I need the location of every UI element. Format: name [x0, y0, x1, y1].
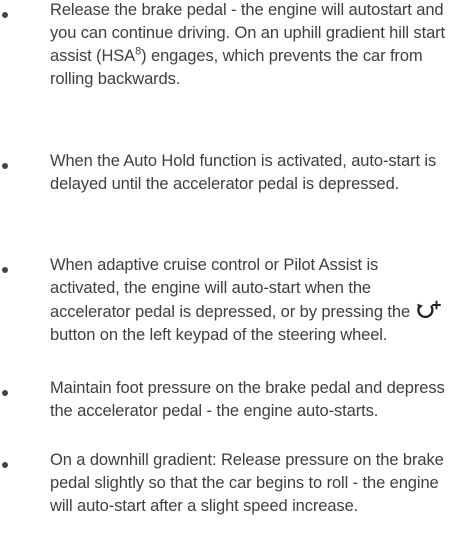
start-stop-plus-icon — [416, 300, 442, 320]
bullet-text: Maintain foot pressure on the brake peda… — [50, 379, 445, 420]
bullet-dot — [2, 12, 8, 18]
bullet-dot — [2, 267, 8, 273]
bullet-dot — [2, 390, 8, 396]
bullet-text: When the Auto Hold function is activated… — [50, 152, 437, 193]
bullet-text-tail: button on the left keypad of the steerin… — [50, 326, 388, 344]
bullet-text: When adaptive cruise control or Pilot As… — [50, 254, 450, 347]
bullet-text: On a downhill gradient: Release pressure… — [50, 451, 444, 515]
bullet-text: Release the brake pedal - the engine wil… — [50, 0, 450, 91]
bullet-text-main: When adaptive cruise control or Pilot As… — [50, 256, 411, 321]
bullet-dot — [2, 462, 8, 468]
bullet-dot — [2, 163, 8, 169]
